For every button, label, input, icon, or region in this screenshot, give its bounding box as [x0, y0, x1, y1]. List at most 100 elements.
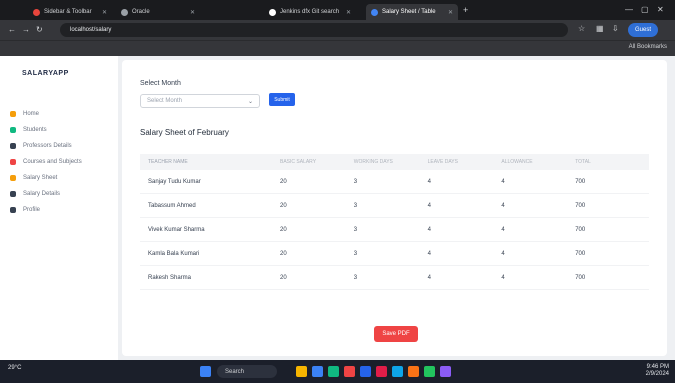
profile-label: Guest — [634, 27, 651, 33]
table-cell: Rakesh Sharma — [148, 274, 192, 281]
table-cell: 3 — [353, 250, 358, 257]
app-icon[interactable] — [360, 366, 371, 377]
browser-tab-2[interactable]: Oracle ✕ — [116, 4, 200, 20]
star-icon[interactable]: ☆ — [578, 24, 585, 33]
app-icon[interactable] — [328, 366, 339, 377]
salary-card: Select Month Select Month ⌄ Submit Salar… — [122, 60, 667, 356]
user-icon — [10, 207, 16, 213]
close-icon[interactable]: ✕ — [190, 9, 195, 16]
tab-favicon-icon — [371, 8, 378, 16]
column-header: Total — [575, 159, 591, 165]
sidebar-item-label: Students — [23, 127, 47, 133]
column-header: Working Days — [353, 159, 393, 165]
close-icon[interactable]: ✕ — [346, 9, 351, 16]
window-close-icon[interactable]: ✕ — [657, 5, 664, 14]
clock-time: 9:46 PM — [646, 364, 669, 370]
sidebar-item-salary-sheet[interactable]: Salary Sheet — [10, 172, 57, 184]
save-pdf-button[interactable]: Save PDF — [374, 326, 418, 342]
sidebar-item-students[interactable]: Students — [10, 124, 47, 136]
table-cell: 3 — [353, 202, 358, 209]
table-cell: 700 — [575, 178, 586, 185]
taskbar-clock[interactable]: 9:46 PM 2/9/2024 — [646, 364, 669, 378]
courses-icon — [10, 159, 16, 165]
table-cell: 700 — [575, 274, 586, 281]
table-cell: 4 — [501, 178, 505, 185]
table-row: Sanjay Tudu Kumar 20 3 4 4 700 — [140, 170, 649, 194]
column-header: Basic Salary — [280, 159, 317, 165]
start-windows-icon[interactable] — [200, 366, 211, 377]
table-cell: 20 — [280, 250, 287, 257]
tab-title: Jenkins dfx Git search — [280, 9, 340, 15]
tab-favicon-icon — [269, 8, 276, 16]
sidebar-item-salary-details[interactable]: Salary Details — [10, 188, 60, 200]
address-bar[interactable]: localhost/salary — [60, 23, 568, 37]
month-select-value: Select Month — [147, 98, 183, 104]
new-tab-plus-icon[interactable]: + — [463, 5, 468, 15]
table-cell: 4 — [501, 274, 505, 281]
close-icon[interactable]: ✕ — [448, 9, 453, 16]
sidebar-item-label: Courses and Subjects — [23, 159, 82, 165]
tab-title: Salary Sheet / Table — [382, 9, 436, 15]
chevron-down-icon: ⌄ — [247, 98, 253, 105]
all-bookmarks-link[interactable]: All Bookmarks — [629, 44, 667, 50]
app-icon[interactable] — [440, 366, 451, 377]
table-cell: Kamla Bala Kumari — [148, 250, 200, 257]
students-icon — [10, 127, 16, 133]
month-label: Select Month — [140, 80, 181, 87]
home-icon — [10, 111, 16, 117]
salary-icon — [10, 175, 16, 181]
clock-date: 2/9/2024 — [645, 371, 669, 377]
maximize-icon[interactable]: ▢ — [641, 5, 649, 14]
table-row: Kamla Bala Kumari 20 3 4 4 700 — [140, 242, 649, 266]
app-icon[interactable] — [344, 366, 355, 377]
weather-widget[interactable]: 29°C — [8, 365, 21, 371]
details-icon — [10, 191, 16, 197]
sidebar-item-label: Salary Sheet — [23, 175, 58, 181]
taskbar-search-label: Search — [225, 368, 245, 375]
back-arrow-icon[interactable]: ← — [8, 25, 16, 34]
minimize-icon[interactable]: — — [625, 5, 633, 14]
professor-icon — [10, 143, 16, 149]
table-cell: 20 — [280, 178, 287, 185]
table-cell: 20 — [280, 202, 287, 209]
app-icon[interactable] — [392, 366, 403, 377]
table-cell: 4 — [427, 178, 431, 185]
browser-tab-1[interactable]: Sidebar & Toolbar ✕ — [28, 4, 112, 20]
taskbar-search[interactable]: Search — [217, 365, 277, 378]
table-cell: 700 — [575, 250, 586, 257]
table-cell: 4 — [501, 226, 505, 233]
app-icon[interactable] — [296, 366, 307, 377]
app-icon[interactable] — [312, 366, 323, 377]
app-icon[interactable] — [408, 366, 419, 377]
forward-arrow-icon[interactable]: → — [22, 25, 30, 34]
downloads-icon[interactable]: ⇩ — [612, 24, 619, 33]
bookmarks-bar: All Bookmarks — [0, 40, 675, 56]
sidebar: SALARYAPP Home Students Professors Detai… — [0, 56, 118, 360]
table-cell: 700 — [575, 202, 586, 209]
sidebar-item-professors[interactable]: Professors Details — [10, 140, 72, 152]
sidebar-item-label: Home — [23, 111, 40, 117]
profile-button[interactable]: Guest — [628, 23, 658, 37]
section-title: Salary Sheet of February — [140, 128, 229, 137]
month-select[interactable]: Select Month ⌄ — [140, 94, 260, 108]
submit-button[interactable]: Submit — [269, 93, 295, 106]
close-icon[interactable]: ✕ — [102, 9, 107, 16]
app-icon[interactable] — [376, 366, 387, 377]
table-cell: Tabassum Ahmed — [148, 202, 196, 209]
main-content: Select Month Select Month ⌄ Submit Salar… — [118, 56, 675, 360]
sidebar-item-label: Professors Details — [23, 143, 72, 149]
sidebar-item-home[interactable]: Home — [10, 108, 39, 120]
table-cell: 4 — [427, 250, 431, 257]
table-cell: Vivek Kumar Sharma — [148, 226, 205, 233]
column-header: Teacher Name — [148, 159, 188, 165]
browser-tab-4[interactable]: Salary Sheet / Table ✕ — [366, 4, 458, 20]
app-icon[interactable] — [424, 366, 435, 377]
sidebar-item-courses[interactable]: Courses and Subjects — [10, 156, 82, 168]
sidebar-item-profile[interactable]: Profile — [10, 204, 40, 216]
column-header: Leave Days — [427, 159, 458, 165]
table-cell: 4 — [427, 226, 431, 233]
browser-tab-3[interactable]: Jenkins dfx Git search ✕ — [264, 4, 356, 20]
tab-title: Oracle — [132, 9, 150, 15]
extensions-icon[interactable]: ▦ — [596, 24, 604, 33]
reload-icon[interactable]: ↻ — [36, 25, 43, 34]
